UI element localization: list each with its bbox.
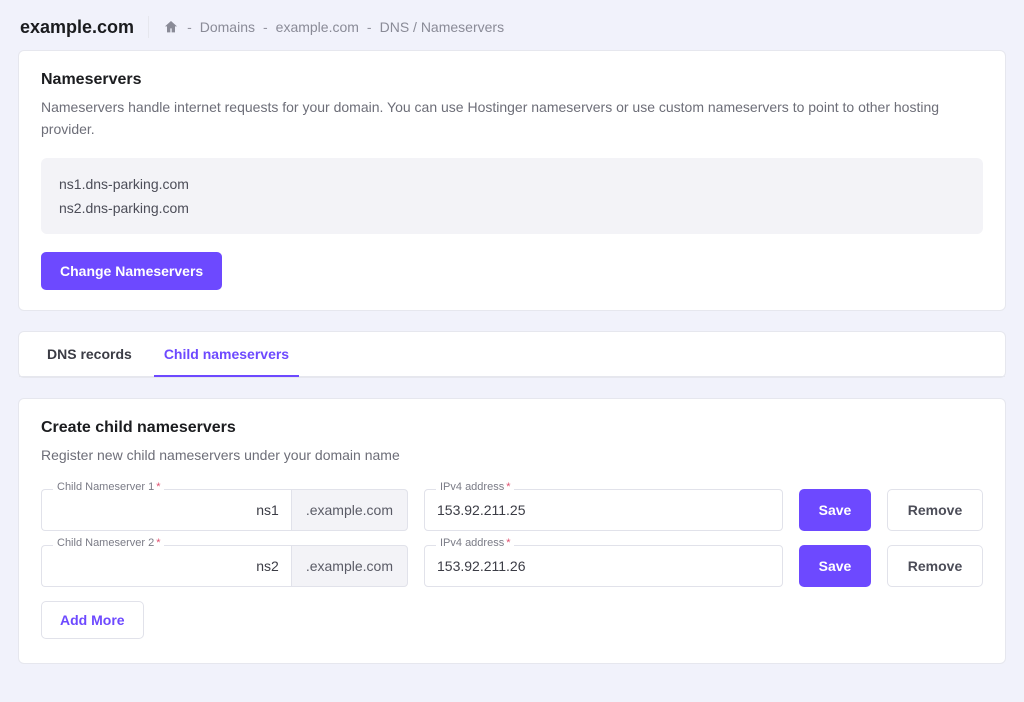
change-nameservers-button[interactable]: Change Nameservers (41, 252, 222, 290)
add-more-button[interactable]: Add More (41, 601, 144, 639)
child-ns-title: Create child nameservers (41, 419, 983, 437)
tab-dns-records[interactable]: DNS records (45, 332, 134, 376)
page-title: example.com (20, 17, 134, 38)
nameservers-desc: Nameservers handle internet requests for… (41, 97, 983, 140)
child-ns-ip-label: IPv4 address* (436, 481, 514, 493)
save-button[interactable]: Save (799, 489, 871, 531)
tabs-card: DNS records Child nameservers (18, 331, 1006, 378)
top-bar: example.com - Domains - example.com - DN… (18, 12, 1006, 50)
child-ns-desc: Register new child nameservers under you… (41, 445, 983, 467)
breadcrumb: - Domains - example.com - DNS / Nameserv… (163, 19, 504, 35)
child-ns-host-field: Child Nameserver 1* .example.com (41, 489, 408, 531)
remove-button[interactable]: Remove (887, 545, 983, 587)
child-ns-ip-label: IPv4 address* (436, 537, 514, 549)
tab-child-nameservers[interactable]: Child nameservers (162, 332, 291, 376)
nameserver-item: ns2.dns-parking.com (59, 196, 965, 220)
child-ns-ip-input[interactable] (424, 545, 783, 587)
child-ns-suffix: .example.com (291, 545, 408, 587)
child-ns-ip-field: IPv4 address* (424, 545, 783, 587)
nameserver-item: ns1.dns-parking.com (59, 172, 965, 196)
breadcrumb-sep: - (367, 19, 372, 35)
child-nameservers-card: Create child nameservers Register new ch… (18, 398, 1006, 664)
breadcrumb-sep: - (187, 19, 192, 35)
nameservers-title: Nameservers (41, 71, 983, 89)
child-ns-host-field: Child Nameserver 2* .example.com (41, 545, 408, 587)
page-root: example.com - Domains - example.com - DN… (0, 0, 1024, 702)
child-ns-ip-input[interactable] (424, 489, 783, 531)
nameserver-list: ns1.dns-parking.com ns2.dns-parking.com (41, 158, 983, 234)
child-ns-row: Child Nameserver 1* .example.com IPv4 ad… (41, 489, 983, 531)
remove-button[interactable]: Remove (887, 489, 983, 531)
save-button[interactable]: Save (799, 545, 871, 587)
child-ns-host-label: Child Nameserver 1* (53, 481, 164, 493)
breadcrumb-domains[interactable]: Domains (200, 19, 255, 35)
child-ns-ip-field: IPv4 address* (424, 489, 783, 531)
child-ns-host-input[interactable] (41, 545, 291, 587)
home-icon[interactable] (163, 19, 179, 35)
tabs: DNS records Child nameservers (19, 332, 1005, 377)
nameservers-card: Nameservers Nameservers handle internet … (18, 50, 1006, 311)
child-ns-host-label: Child Nameserver 2* (53, 537, 164, 549)
divider (148, 16, 149, 38)
breadcrumb-sep: - (263, 19, 268, 35)
breadcrumb-domain[interactable]: example.com (276, 19, 359, 35)
child-ns-row: Child Nameserver 2* .example.com IPv4 ad… (41, 545, 983, 587)
breadcrumb-dns[interactable]: DNS / Nameservers (380, 19, 504, 35)
child-ns-suffix: .example.com (291, 489, 408, 531)
child-ns-host-input[interactable] (41, 489, 291, 531)
